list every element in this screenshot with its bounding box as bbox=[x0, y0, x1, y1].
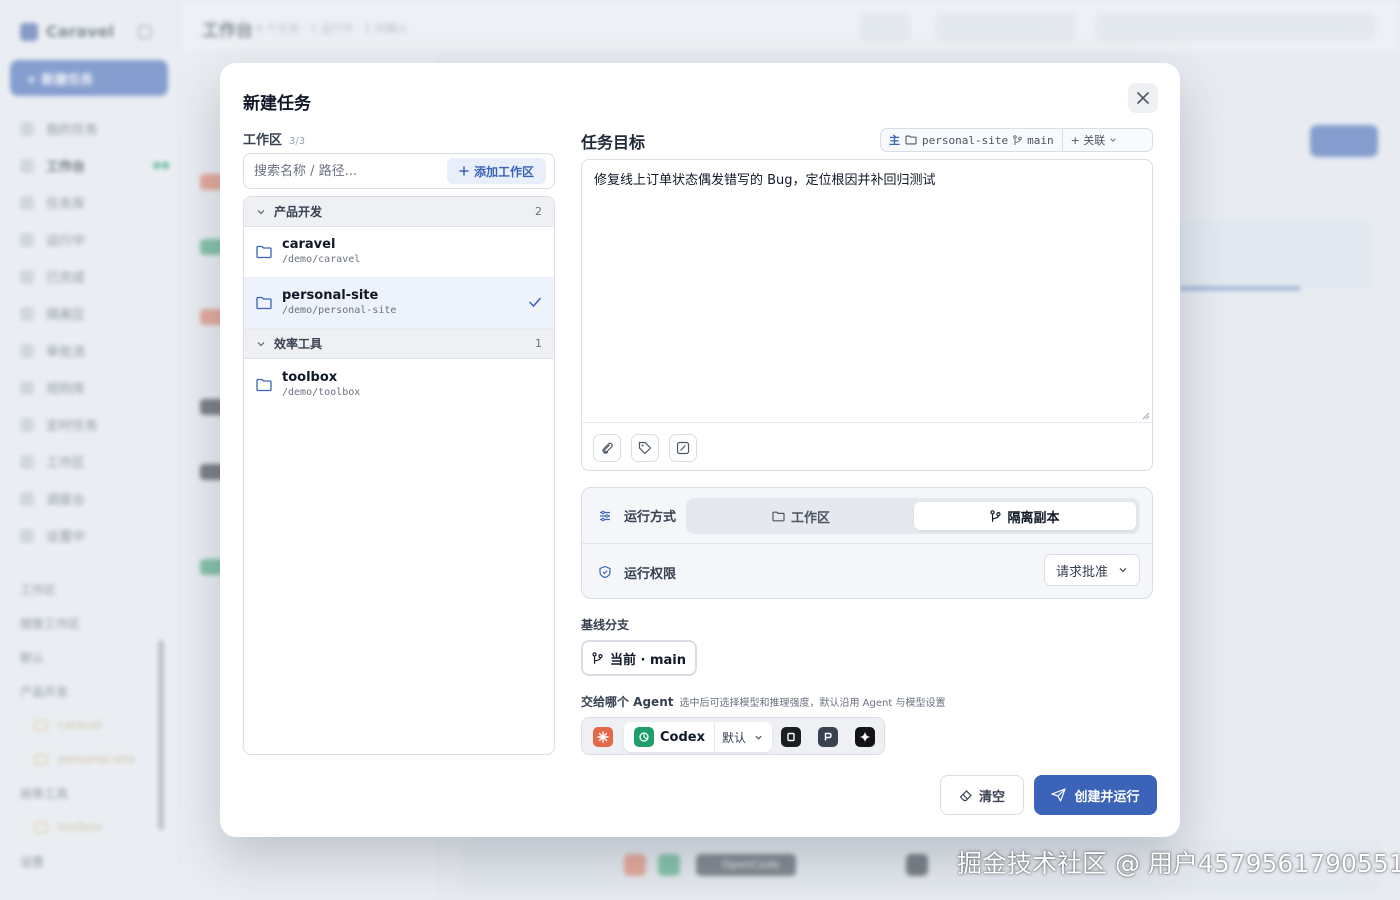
claude-icon bbox=[597, 731, 609, 743]
edit-box-icon bbox=[676, 441, 690, 455]
run-mode-row: 运行方式 工作区 隔离副本 bbox=[582, 488, 1152, 544]
paperclip-icon bbox=[602, 442, 613, 454]
check-icon bbox=[528, 297, 542, 308]
agent-hint: 选中后可选择模型和推理强度，默认沿用 Agent 与模型设置 bbox=[679, 698, 946, 709]
git-branch-icon bbox=[990, 509, 1002, 522]
resize-grip-icon[interactable] bbox=[1142, 412, 1150, 420]
workspace-list: 产品开发 2 caravel /demo/caravel personal-si… bbox=[243, 196, 555, 755]
gemini-icon bbox=[859, 731, 871, 743]
claude-agent-option[interactable] bbox=[593, 727, 613, 747]
group-header-efficiency-tools[interactable]: 效率工具 1 bbox=[244, 329, 554, 359]
primary-tag: 主 bbox=[889, 134, 900, 147]
workspace-search-input[interactable] bbox=[254, 160, 434, 182]
chevron-down-icon bbox=[257, 209, 265, 214]
modal-title: 新建任务 bbox=[243, 94, 311, 114]
chevron-down-icon bbox=[755, 735, 762, 740]
task-goal-box: 修复线上订单状态偶发错写的 Bug，定位根因并补回归测试 bbox=[581, 159, 1153, 471]
task-goal-label: 任务目标 bbox=[581, 133, 646, 152]
agent-model-select[interactable]: 默认 bbox=[722, 729, 763, 746]
agent-label: 交给哪个 Agent 选中后可选择模型和推理强度，默认沿用 Agent 与模型设… bbox=[581, 695, 946, 709]
tag-button[interactable] bbox=[631, 434, 659, 462]
permission-select[interactable]: 请求批准 bbox=[1044, 554, 1140, 586]
pi-agent-option[interactable] bbox=[818, 727, 838, 747]
workspace-label: 工作区 3/3 bbox=[243, 133, 306, 148]
workspace-search-box: 添加工作区 bbox=[243, 153, 555, 189]
workspace-count: 3/3 bbox=[289, 136, 306, 147]
tag-icon bbox=[638, 441, 652, 455]
expand-editor-button[interactable] bbox=[669, 434, 697, 462]
attach-button[interactable] bbox=[593, 434, 621, 462]
new-task-modal: 新建任务 工作区 3/3 添加工作区 产品开发 2 caravel /demo/… bbox=[220, 63, 1180, 837]
folder-icon bbox=[256, 296, 272, 310]
add-workspace-button[interactable]: 添加工作区 bbox=[447, 158, 546, 184]
gemini-agent-option[interactable] bbox=[855, 727, 875, 747]
codex-agent-option[interactable]: Codex 默认 bbox=[624, 722, 772, 752]
link-repo-button[interactable]: + 关联 bbox=[1063, 132, 1126, 148]
eraser-icon bbox=[959, 789, 972, 801]
send-icon bbox=[1051, 788, 1067, 802]
shield-icon bbox=[599, 565, 611, 579]
workspace-item-personal-site[interactable]: personal-site /demo/personal-site bbox=[244, 278, 554, 329]
repo-chip: 主 personal-site main + 关联 bbox=[880, 128, 1153, 152]
plus-icon bbox=[459, 166, 469, 176]
run-settings-panel: 运行方式 工作区 隔离副本 运行权限 请求批准 bbox=[581, 487, 1153, 599]
create-and-run-button[interactable]: 创建并运行 bbox=[1034, 775, 1157, 815]
baseline-branch-button[interactable]: 当前 · main bbox=[581, 640, 697, 676]
baseline-branch-label: 基线分支 bbox=[581, 618, 630, 632]
task-goal-textarea[interactable]: 修复线上订单状态偶发错写的 Bug，定位根因并补回归测试 bbox=[594, 172, 1134, 422]
opencode-icon bbox=[787, 732, 795, 742]
workspace-item-toolbox[interactable]: toolbox /demo/toolbox bbox=[244, 359, 554, 410]
sliders-icon bbox=[600, 510, 610, 521]
run-mode-workspace-option[interactable]: 工作区 bbox=[690, 502, 912, 530]
run-mode-segment: 工作区 隔离副本 bbox=[686, 498, 1140, 534]
clear-button[interactable]: 清空 bbox=[940, 775, 1024, 815]
run-mode-isolated-option[interactable]: 隔离副本 bbox=[914, 502, 1136, 530]
pi-icon bbox=[824, 732, 832, 741]
folder-icon bbox=[256, 245, 272, 259]
workspace-item-caravel[interactable]: caravel /demo/caravel bbox=[244, 227, 554, 278]
agent-selector: Codex 默认 bbox=[581, 717, 885, 755]
git-branch-icon bbox=[592, 651, 603, 664]
group-header-product-dev[interactable]: 产品开发 2 bbox=[244, 197, 554, 227]
opencode-agent-option[interactable] bbox=[781, 727, 801, 747]
close-icon bbox=[1137, 92, 1149, 104]
watermark: 掘金技术社区 @ 用户4579561790551 bbox=[957, 849, 1400, 878]
codex-icon bbox=[634, 727, 654, 747]
chevron-down-icon bbox=[257, 341, 265, 346]
chevron-down-icon bbox=[1119, 568, 1127, 573]
primary-repo[interactable]: 主 personal-site main bbox=[881, 129, 1063, 151]
close-button[interactable] bbox=[1128, 83, 1158, 113]
folder-icon bbox=[256, 378, 272, 391]
chevron-down-icon bbox=[1110, 138, 1117, 142]
git-branch-icon bbox=[1013, 134, 1022, 145]
folder-icon bbox=[772, 511, 785, 521]
folder-icon bbox=[905, 135, 917, 145]
permission-row: 运行权限 请求批准 bbox=[582, 544, 1152, 600]
